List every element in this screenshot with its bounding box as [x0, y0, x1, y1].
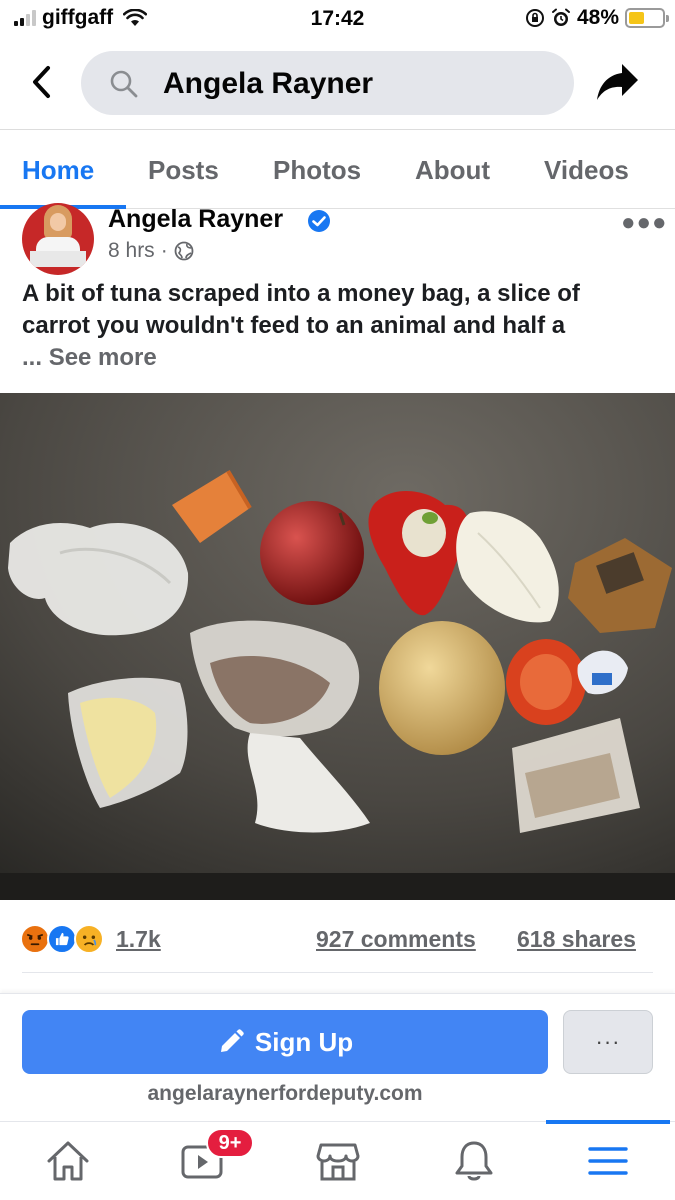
potato [379, 621, 505, 755]
bottom-nav: 9+ [0, 1120, 675, 1200]
post-photo[interactable] [0, 393, 675, 900]
battery-percent: 48% [576, 6, 619, 29]
comments-count[interactable]: 927 comments [316, 926, 476, 953]
search-header: Angela Rayner [0, 38, 675, 130]
share-arrow-icon [597, 64, 638, 100]
orientation-lock-icon [525, 9, 544, 27]
status-right: 48% [525, 6, 669, 30]
angry-react-icon [20, 924, 50, 954]
website-link[interactable]: angelaraynerfordeputy.com [0, 1082, 570, 1106]
back-button[interactable] [24, 64, 60, 100]
share-page-button[interactable] [594, 60, 642, 106]
apple [260, 501, 364, 605]
status-bar: giffgaff 17:42 48% [0, 0, 675, 38]
marketplace-icon [316, 1143, 360, 1181]
tab-posts[interactable]: Posts [148, 155, 219, 186]
nav-menu[interactable] [578, 1134, 638, 1188]
post-text: A bit of tuna scraped into a money bag, … [22, 278, 652, 374]
watch-badge: 9+ [206, 1128, 254, 1158]
notifications-icon [455, 1141, 493, 1181]
see-more-link[interactable]: See more [49, 344, 157, 371]
sign-up-button[interactable]: Sign Up [22, 1010, 548, 1074]
ellipsis: ... [22, 344, 43, 371]
search-icon [110, 70, 138, 98]
chevron-left-icon [33, 66, 50, 98]
post-time[interactable]: 8 hrs [108, 239, 155, 263]
tab-videos[interactable]: Videos [544, 155, 629, 186]
post-body: A bit of tuna scraped into a money bag, … [22, 280, 580, 339]
shares-count[interactable]: 618 shares [517, 926, 636, 953]
tab-about[interactable]: About [415, 155, 490, 186]
verified-badge-icon [308, 210, 330, 232]
tomato [506, 639, 586, 725]
sign-up-label: Sign Up [254, 1026, 354, 1057]
alarm-icon [551, 8, 570, 26]
tab-photos[interactable]: Photos [273, 155, 361, 186]
nav-notifications[interactable] [444, 1134, 504, 1188]
more-actions-label: ··· [595, 1029, 621, 1054]
globe-icon [174, 241, 194, 261]
pencil-icon [220, 1029, 244, 1052]
tab-home[interactable]: Home [22, 155, 94, 186]
meta-separator: · [160, 239, 168, 262]
search-query: Angela Rayner [163, 67, 374, 100]
divider [22, 972, 653, 973]
battery-icon [625, 8, 669, 28]
signup-area: Sign Up ··· angelaraynerfordeputy.com [0, 993, 675, 1121]
avatar[interactable] [22, 203, 94, 275]
more-options-icon[interactable]: ●●● [621, 209, 668, 237]
active-nav-indicator [546, 1120, 670, 1124]
nav-home[interactable] [38, 1134, 98, 1188]
nav-marketplace[interactable] [308, 1134, 368, 1188]
post-header: Angela Rayner 8 hrs · ●●● [0, 203, 675, 275]
home-icon [47, 1141, 89, 1181]
sad-react-icon [74, 924, 104, 954]
more-actions-button[interactable]: ··· [563, 1010, 653, 1074]
menu-icon [588, 1147, 628, 1175]
engagement-row: 1.7k 927 comments 618 shares [0, 915, 675, 963]
post-author-name[interactable]: Angela Rayner [108, 205, 283, 234]
page-tabs: Home Posts Photos About Videos [0, 131, 675, 209]
search-bar[interactable]: Angela Rayner [81, 51, 574, 115]
reaction-count[interactable]: 1.7k [116, 926, 161, 953]
like-react-icon [47, 924, 77, 954]
post-meta: 8 hrs · [108, 239, 194, 263]
